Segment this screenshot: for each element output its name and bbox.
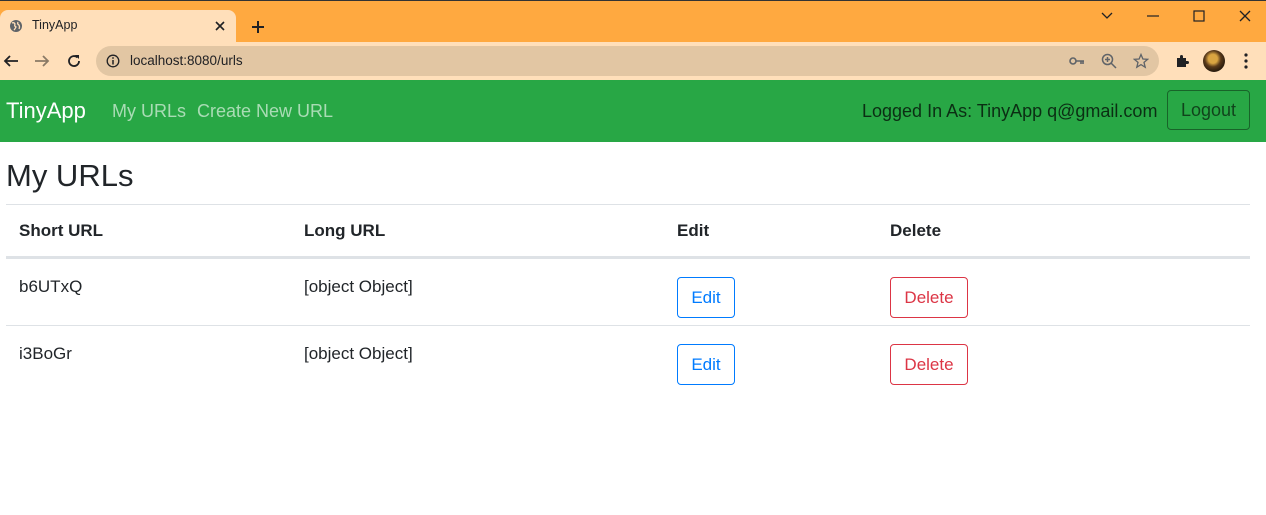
chevron-down-icon[interactable]: [1096, 5, 1118, 27]
delete-cell: Delete: [877, 257, 1250, 326]
delete-button[interactable]: Delete: [890, 277, 968, 318]
urls-table: Short URL Long URL Edit Delete b6UTxQ [o…: [6, 204, 1250, 394]
minimize-icon[interactable]: [1142, 5, 1164, 27]
column-header-delete: Delete: [877, 204, 1250, 259]
table-row: b6UTxQ [object Object] Edit Delete: [6, 257, 1250, 326]
maximize-icon[interactable]: [1188, 5, 1210, 27]
reload-icon[interactable]: [63, 50, 85, 72]
long-url-cell: [object Object]: [291, 325, 664, 394]
brand-link[interactable]: TinyApp: [6, 98, 86, 124]
logout-button[interactable]: Logout: [1167, 90, 1250, 130]
info-icon[interactable]: [106, 54, 120, 68]
window-close-icon[interactable]: [1234, 5, 1256, 27]
kebab-menu-icon[interactable]: [1235, 50, 1257, 72]
url-text: localhost:8080/urls: [130, 53, 243, 68]
logged-in-text: Logged In As: TinyApp q@gmail.com: [862, 101, 1158, 121]
column-header-short-url: Short URL: [6, 204, 291, 259]
puzzle-icon[interactable]: [1171, 50, 1193, 72]
tab-title: TinyApp: [32, 18, 78, 32]
address-bar[interactable]: localhost:8080/urls: [96, 46, 1159, 76]
globe-icon: [9, 19, 23, 33]
delete-cell: Delete: [877, 325, 1250, 394]
table-row: i3BoGr [object Object] Edit Delete: [6, 325, 1250, 394]
long-url-cell: [object Object]: [291, 257, 664, 326]
edit-button[interactable]: Edit: [677, 344, 735, 385]
plus-icon[interactable]: [247, 16, 269, 38]
column-header-long-url: Long URL: [291, 204, 664, 259]
back-arrow-icon[interactable]: [0, 50, 22, 72]
edit-cell: Edit: [664, 325, 877, 394]
nav-link-my-urls[interactable]: My URLs: [112, 101, 186, 122]
browser-tab[interactable]: TinyApp: [0, 10, 236, 43]
edit-button[interactable]: Edit: [677, 277, 735, 318]
star-icon[interactable]: [1132, 52, 1150, 70]
browser-tabstrip: TinyApp: [0, 0, 1266, 43]
edit-cell: Edit: [664, 257, 877, 326]
short-url-cell: i3BoGr: [6, 325, 291, 394]
app-navbar: TinyApp My URLs Create New URL Logged In…: [0, 80, 1266, 142]
close-icon[interactable]: [211, 17, 229, 35]
short-url-cell: b6UTxQ: [6, 257, 291, 326]
key-icon[interactable]: [1068, 52, 1086, 70]
avatar[interactable]: [1203, 50, 1225, 72]
forward-arrow-icon[interactable]: [31, 50, 53, 72]
browser-toolbar: localhost:8080/urls: [0, 42, 1266, 80]
page-title: My URLs: [6, 158, 134, 193]
nav-link-create-new-url[interactable]: Create New URL: [197, 101, 333, 122]
delete-button[interactable]: Delete: [890, 344, 968, 385]
column-header-edit: Edit: [664, 204, 877, 259]
zoom-icon[interactable]: [1100, 52, 1118, 70]
table-header-row: Short URL Long URL Edit Delete: [6, 204, 1250, 259]
